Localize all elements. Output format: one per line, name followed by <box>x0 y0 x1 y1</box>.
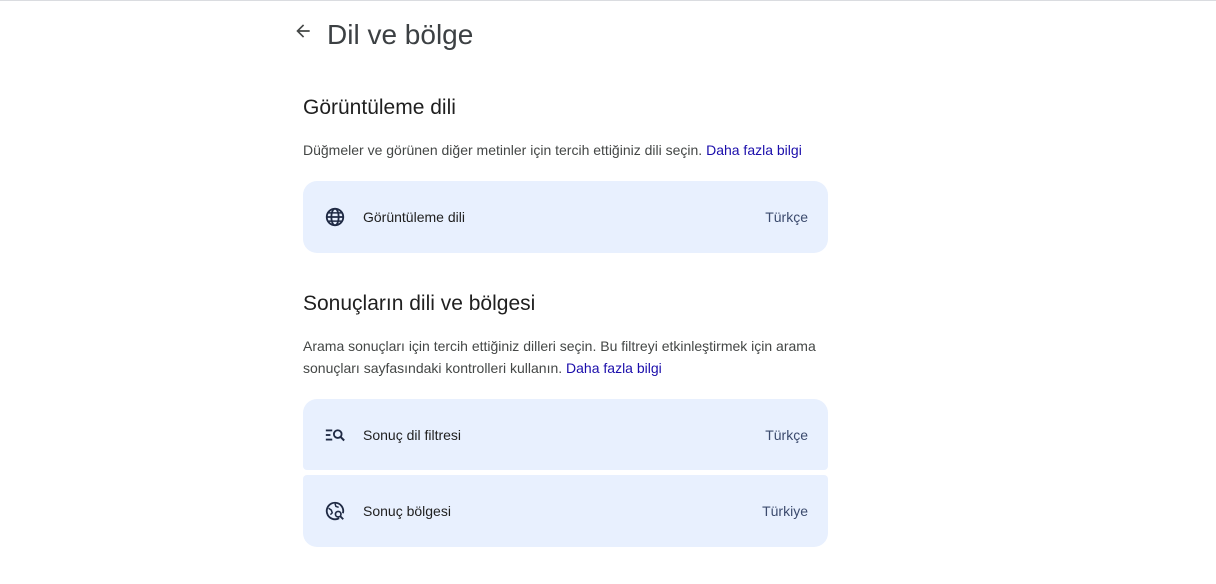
learn-more-link[interactable]: Daha fazla bilgi <box>566 360 662 376</box>
display-language-title: Görüntüleme dili <box>303 96 456 119</box>
learn-more-link[interactable]: Daha fazla bilgi <box>706 142 802 158</box>
results-language-title: Sonuçların dili ve bölgesi <box>303 292 536 315</box>
back-button[interactable] <box>290 20 316 46</box>
setting-value: Türkçe <box>765 209 808 225</box>
region-search-icon <box>323 499 347 523</box>
display-language-description: Düğmeler ve görünen diğer metinler için … <box>303 139 833 161</box>
setting-label: Sonuç bölgesi <box>363 503 451 519</box>
display-language-setting[interactable]: Görüntüleme dili Türkçe <box>303 181 828 253</box>
setting-label: Görüntüleme dili <box>363 209 465 225</box>
result-region-setting[interactable]: Sonuç bölgesi Türkiye <box>303 475 828 547</box>
result-language-filter-setting[interactable]: Sonuç dil filtresi Türkçe <box>303 399 828 470</box>
setting-value: Türkiye <box>762 503 808 519</box>
top-divider <box>0 0 1216 1</box>
description-text: Arama sonuçları için tercih ettiğiniz di… <box>303 338 816 376</box>
results-language-description: Arama sonuçları için tercih ettiğiniz di… <box>303 335 833 379</box>
filter-search-icon <box>323 423 347 447</box>
setting-label: Sonuç dil filtresi <box>363 426 462 443</box>
arrow-back-icon <box>293 21 313 46</box>
globe-icon <box>323 205 347 229</box>
setting-value: Türkçe <box>765 426 808 443</box>
page-title: Dil ve bölge <box>327 19 474 50</box>
description-text: Düğmeler ve görünen diğer metinler için … <box>303 142 703 158</box>
